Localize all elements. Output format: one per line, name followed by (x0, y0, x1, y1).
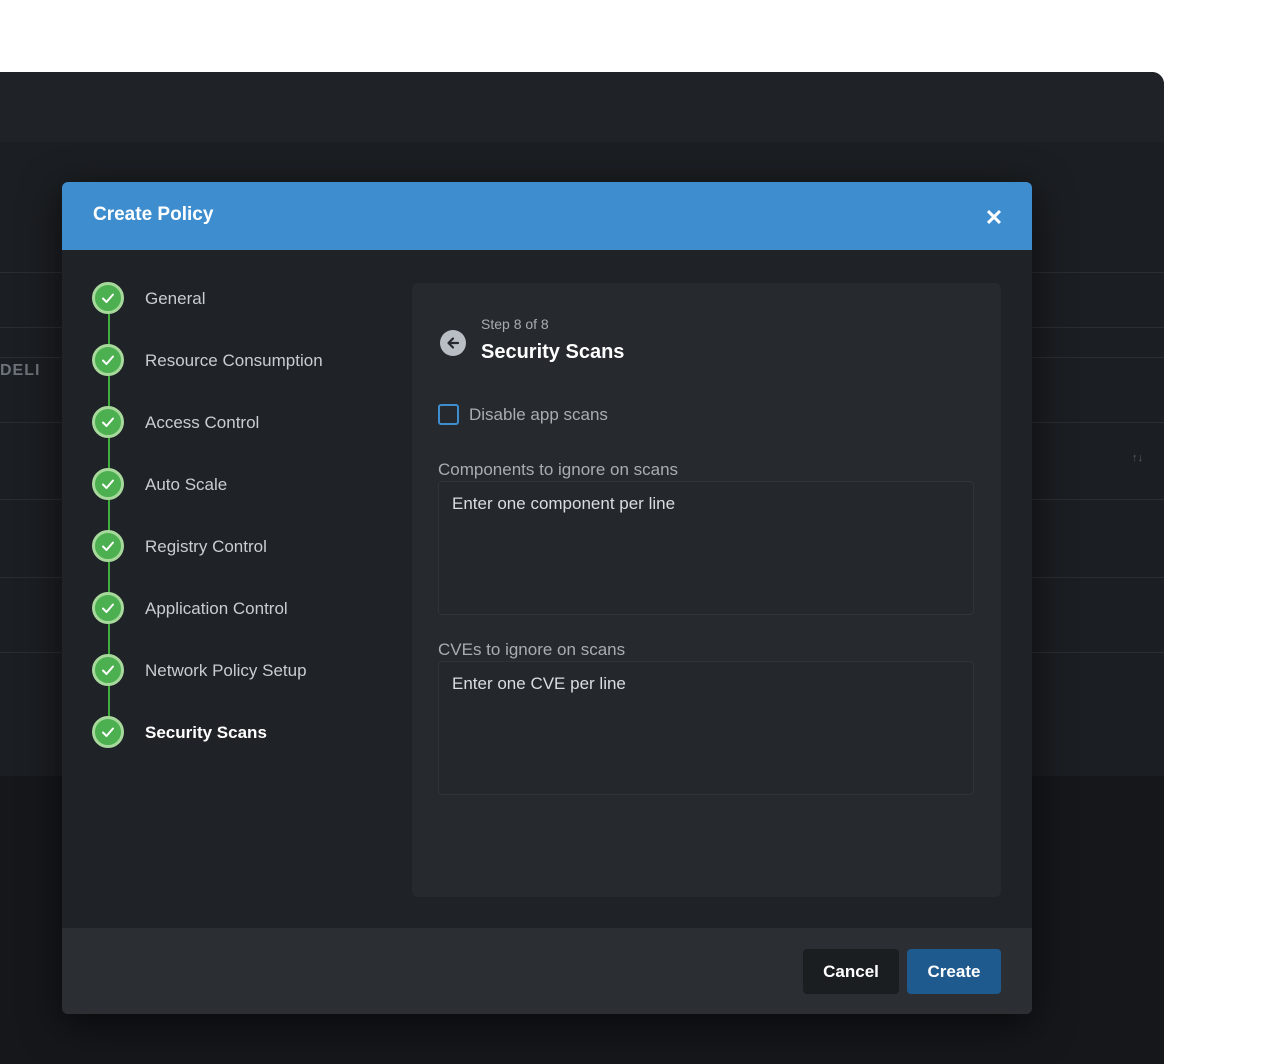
checkbox-label: Disable app scans (469, 405, 608, 424)
step-counter: Step 8 of 8 (481, 316, 549, 332)
background-delete-button: DELI (0, 362, 41, 379)
check-circle-icon (92, 282, 124, 314)
step-label: Registry Control (145, 537, 267, 556)
step-label: Access Control (145, 413, 260, 432)
cves-ignore-textarea[interactable] (438, 661, 974, 795)
create-button[interactable]: Create (907, 949, 1001, 994)
step-label: Network Policy Setup (145, 661, 307, 680)
modal-header: Create Policy ✕ (62, 182, 1032, 250)
step-label: General (145, 289, 206, 308)
step-application-control[interactable]: Application Control (92, 592, 412, 626)
step-label: Application Control (145, 599, 288, 618)
back-arrow-icon[interactable] (440, 330, 466, 356)
step-label: Resource Consumption (145, 351, 323, 370)
cves-field-label: CVEs to ignore on scans (438, 640, 626, 659)
step-network-policy-setup[interactable]: Network Policy Setup (92, 654, 412, 688)
disable-app-scans-checkbox[interactable]: Disable app scans (438, 404, 738, 426)
check-circle-icon (92, 654, 124, 686)
components-field-label: Components to ignore on scans (438, 460, 679, 479)
check-circle-icon (92, 530, 124, 562)
step-registry-control[interactable]: Registry Control (92, 530, 412, 564)
background-sort-icon: ↑↓ (1132, 452, 1143, 464)
components-ignore-textarea[interactable] (438, 481, 974, 615)
step-title: Security Scans (481, 341, 625, 363)
check-circle-icon (92, 406, 124, 438)
cancel-button[interactable]: Cancel (803, 949, 899, 994)
step-auto-scale[interactable]: Auto Scale (92, 468, 412, 502)
checkbox-box[interactable] (438, 404, 459, 425)
step-security-scans[interactable]: Security Scans (92, 716, 412, 750)
step-access-control[interactable]: Access Control (92, 406, 412, 440)
check-circle-icon (92, 716, 124, 748)
check-circle-icon (92, 344, 124, 376)
step-label: Auto Scale (145, 475, 228, 494)
check-circle-icon (92, 592, 124, 624)
app-topbar (0, 72, 1164, 142)
modal-title: Create Policy (93, 204, 214, 225)
create-policy-modal: Create Policy ✕ General Resource Consump… (62, 182, 1032, 1014)
close-icon[interactable]: ✕ (980, 204, 1008, 232)
check-circle-icon (92, 468, 124, 500)
step-content-card: Step 8 of 8 Security Scans Disable app s… (412, 283, 1001, 897)
step-label: Security Scans (145, 723, 267, 742)
step-resource-consumption[interactable]: Resource Consumption (92, 344, 412, 378)
modal-footer: Cancel Create (62, 928, 1032, 1014)
step-general[interactable]: General (92, 282, 412, 316)
